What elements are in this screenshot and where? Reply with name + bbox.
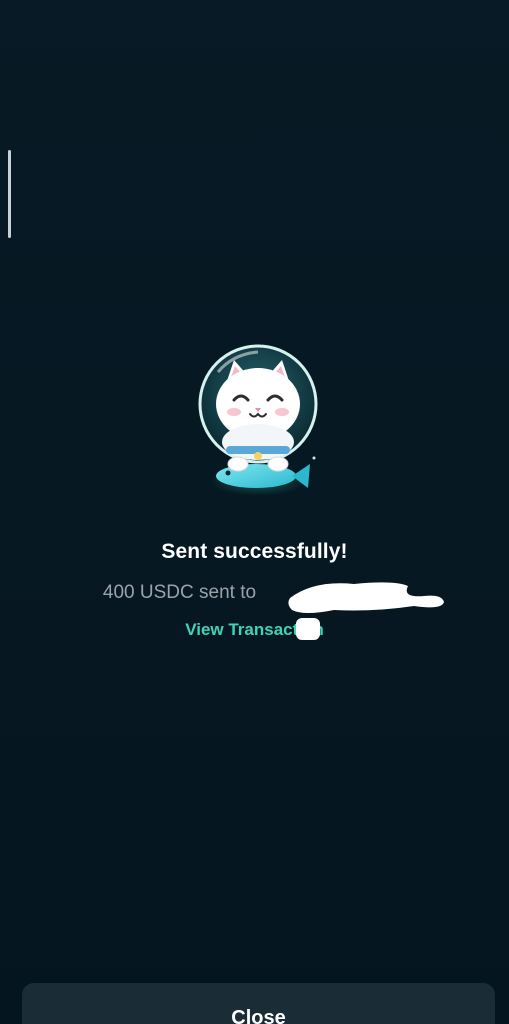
success-screen: Sent successfully! 400 USDC sent to View…: [0, 0, 509, 1024]
astronaut-cat-icon: [198, 344, 318, 496]
redacted-recipient-address: [288, 582, 444, 613]
close-button[interactable]: Close: [22, 983, 495, 1024]
redaction-mark: [296, 618, 320, 640]
view-transaction-link[interactable]: View Transaction: [0, 620, 509, 640]
sent-message-prefix: 400 USDC sent to: [102, 582, 257, 603]
success-title: Sent successfully!: [161, 540, 348, 563]
scroll-indicator: [8, 150, 11, 238]
